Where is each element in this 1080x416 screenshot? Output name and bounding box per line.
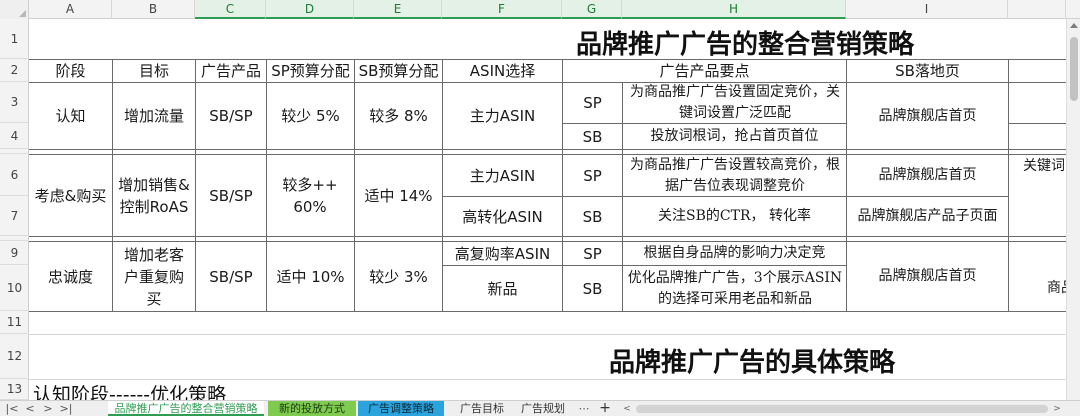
- consideration-landing-sb[interactable]: 品牌旗舰店产品子页面: [849, 197, 1006, 236]
- row-header-3[interactable]: 3: [0, 82, 29, 123]
- consideration-sb-budget[interactable]: 适中 14%: [355, 155, 442, 236]
- consideration-asin-sb[interactable]: 高转化ASIN: [443, 197, 562, 236]
- awareness-landing[interactable]: 品牌旗舰店首页: [847, 83, 1008, 149]
- awareness-sb-budget[interactable]: 较多 8%: [355, 83, 442, 149]
- sheet-title: 品牌推广广告的整合营销策略: [576, 30, 915, 60]
- tab-integrated-strategy[interactable]: 品牌推广广告的整合营销策略: [108, 401, 264, 416]
- row-header-13[interactable]: 13: [0, 379, 29, 400]
- gridline: [29, 334, 1066, 335]
- consideration-extra[interactable]: 关键词: [1023, 155, 1066, 177]
- row-header-4[interactable]: 4: [0, 123, 29, 149]
- awareness-goal[interactable]: 增加流量: [113, 83, 195, 149]
- loyalty-sb-point[interactable]: 优化品牌推广广告，3个展示ASIN的选择可采用老品和新品: [627, 266, 843, 311]
- more-tabs-icon[interactable]: ⋯: [576, 401, 592, 416]
- table-border: [29, 149, 1066, 150]
- table-border: [29, 236, 1066, 237]
- consideration-product[interactable]: SB/SP: [196, 155, 266, 236]
- column-header-f[interactable]: F: [442, 0, 562, 19]
- column-header-d[interactable]: D: [266, 0, 354, 19]
- next-sheet-icon[interactable]: >: [40, 401, 56, 416]
- column-header-j[interactable]: [1008, 0, 1066, 19]
- awareness-sb-point[interactable]: 投放词根词，抢占首页首位: [623, 124, 846, 149]
- column-header-g[interactable]: G: [562, 0, 622, 19]
- row-header-2[interactable]: 2: [0, 59, 29, 82]
- last-sheet-icon[interactable]: >|: [58, 401, 74, 416]
- row-header-bar: 1 2 3 4 6 7 9 10 11 12 13: [0, 19, 29, 400]
- consideration-sb-label[interactable]: SB: [563, 197, 622, 236]
- column-header-e[interactable]: E: [354, 0, 442, 19]
- header-points[interactable]: 广告产品要点: [563, 60, 846, 82]
- loyalty-product[interactable]: SB/SP: [196, 242, 266, 311]
- awareness-product[interactable]: SB/SP: [196, 83, 266, 149]
- tab-ad-plan[interactable]: 广告规划: [514, 401, 572, 416]
- scroll-up-icon[interactable]: [1070, 23, 1078, 28]
- awareness-sp-point[interactable]: 为商品推广广告设置固定竞价，关键词设置广泛匹配: [627, 83, 843, 123]
- horizontal-scroll-thumb[interactable]: [636, 405, 1048, 413]
- loyalty-goal[interactable]: 增加老客户重复购买: [119, 242, 189, 311]
- column-header-b[interactable]: B: [112, 0, 195, 19]
- column-header-bar: A B C D E F G H I: [0, 0, 1080, 19]
- row-header-10[interactable]: 10: [0, 265, 29, 311]
- consideration-landing-sp[interactable]: 品牌旗舰店首页: [847, 155, 1008, 196]
- loyalty-extra[interactable]: 商品: [1047, 266, 1066, 311]
- awareness-sp-label[interactable]: SP: [563, 83, 622, 123]
- section-subtitle: 认知阶段------优化策略: [33, 384, 227, 400]
- column-header-a[interactable]: A: [29, 0, 112, 19]
- loyalty-sp-budget[interactable]: 适中 10%: [267, 242, 354, 311]
- consideration-asin-sp[interactable]: 主力ASIN: [443, 155, 562, 196]
- loyalty-asin-sb[interactable]: 新品: [443, 266, 562, 311]
- loyalty-landing[interactable]: 品牌旗舰店首页: [847, 242, 1008, 311]
- prev-sheet-icon[interactable]: <: [22, 401, 38, 416]
- loyalty-sp-point[interactable]: 根据自身品牌的影响力决定竞: [623, 242, 846, 265]
- scroll-left-icon[interactable]: <: [622, 405, 632, 414]
- tab-new-delivery[interactable]: 新的投放方式: [268, 401, 356, 416]
- section-title: 品牌推广广告的具体策略: [609, 348, 896, 378]
- vertical-scrollbar[interactable]: [1066, 19, 1080, 400]
- column-header-h[interactable]: H: [622, 0, 846, 19]
- row-header-11[interactable]: 11: [0, 311, 29, 334]
- table-border: [1008, 123, 1066, 124]
- consideration-sb-point[interactable]: 关注SB的CTR， 转化率: [623, 197, 846, 236]
- awareness-stage[interactable]: 认知: [29, 83, 112, 149]
- loyalty-sb-budget[interactable]: 较少 3%: [355, 242, 442, 311]
- awareness-asin[interactable]: 主力ASIN: [443, 83, 562, 149]
- row-header-7[interactable]: 7: [0, 196, 29, 236]
- row-header-6[interactable]: 6: [0, 154, 29, 196]
- sheet-grid[interactable]: 品牌推广广告的整合营销策略 阶段 目标 广告产品 SP预算分配 SB预算分配 A…: [29, 19, 1066, 400]
- first-sheet-icon[interactable]: |<: [4, 401, 20, 416]
- loyalty-stage[interactable]: 忠诚度: [29, 242, 112, 311]
- column-header-c[interactable]: C: [195, 0, 266, 19]
- row-header-9[interactable]: 9: [0, 241, 29, 265]
- consideration-goal[interactable]: 增加销售&控制RoAS: [115, 155, 193, 236]
- tab-ad-adjustment[interactable]: 广告调整策略: [358, 401, 444, 416]
- header-sp-budget[interactable]: SP预算分配: [267, 60, 354, 82]
- add-sheet-button[interactable]: +: [596, 401, 614, 416]
- header-goal[interactable]: 目标: [113, 60, 195, 82]
- loyalty-asin-sp[interactable]: 高复购率ASIN: [443, 242, 562, 265]
- horizontal-scrollbar[interactable]: < >: [622, 405, 1062, 414]
- header-sb-budget[interactable]: SB预算分配: [355, 60, 442, 82]
- table-border: [29, 311, 1066, 312]
- header-stage[interactable]: 阶段: [29, 60, 112, 82]
- consideration-sp-budget[interactable]: 较多++ 60%: [277, 155, 343, 236]
- awareness-sb-label[interactable]: SB: [563, 124, 622, 149]
- row-header-12[interactable]: 12: [0, 334, 29, 379]
- consideration-sp-point[interactable]: 为商品推广广告设置较高竞价，根据广告位表现调整竞价: [627, 155, 843, 196]
- header-asin[interactable]: ASIN选择: [443, 60, 562, 82]
- tab-ad-goal[interactable]: 广告目标: [452, 401, 512, 416]
- sheet-tab-bar: |< < > >| 品牌推广广告的整合营销策略 新的投放方式 广告调整策略 广告…: [0, 400, 1080, 416]
- column-header-i[interactable]: I: [846, 0, 1008, 19]
- scroll-right-icon[interactable]: >: [1052, 405, 1062, 414]
- row-header-1[interactable]: 1: [0, 19, 29, 59]
- loyalty-sb-label[interactable]: SB: [563, 266, 622, 311]
- awareness-sp-budget[interactable]: 较少 5%: [267, 83, 354, 149]
- loyalty-sp-label[interactable]: SP: [563, 242, 622, 265]
- consideration-sp-label[interactable]: SP: [563, 155, 622, 196]
- header-product[interactable]: 广告产品: [196, 60, 266, 82]
- scroll-thumb[interactable]: [1070, 37, 1078, 101]
- header-landing[interactable]: SB落地页: [847, 60, 1008, 82]
- consideration-stage[interactable]: 考虑&购买: [29, 155, 112, 236]
- table-border: [1008, 59, 1009, 311]
- select-all-corner[interactable]: [0, 0, 29, 19]
